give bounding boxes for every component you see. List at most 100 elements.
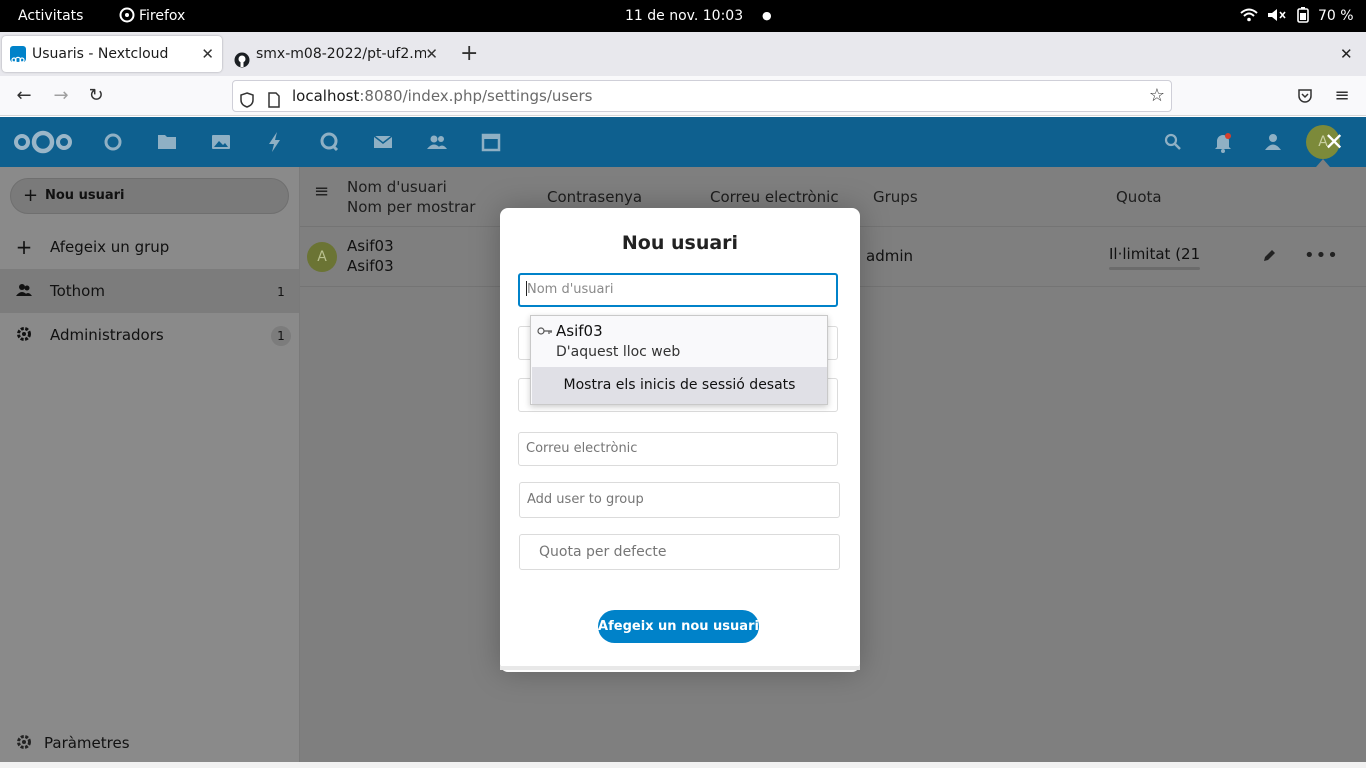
group-count-badge: 1 [271, 282, 291, 302]
edit-pencil-icon[interactable] [1261, 248, 1277, 268]
close-modal-icon[interactable]: ✕ [1324, 128, 1344, 156]
nextcloud-logo-icon[interactable] [12, 128, 74, 160]
tab-github[interactable]: smx-m08-2022/pt-uf2.m ✕ [226, 36, 446, 72]
search-icon[interactable] [1161, 130, 1185, 154]
settings-item[interactable]: Paràmetres [0, 724, 299, 762]
group-label: Tothom [50, 282, 105, 300]
plus-icon: + [15, 235, 33, 259]
url-host: localhost [292, 87, 360, 105]
header-display-name[interactable]: Nom per mostrar [347, 198, 475, 216]
header-quota: Quota [1116, 188, 1162, 206]
row-display-name: Asif03 [347, 257, 394, 275]
files-folder-icon[interactable] [155, 130, 179, 154]
photos-icon[interactable] [209, 130, 233, 154]
new-user-button[interactable]: + Nou usuari [10, 178, 289, 214]
page-bottom-strip [0, 762, 1366, 768]
new-user-label: Nou usuari [45, 188, 125, 203]
row-username: Asif03 [347, 237, 394, 255]
tab-bar: Usuaris - Nextcloud ✕ smx-m08-2022/pt-uf… [0, 32, 1366, 76]
mail-icon[interactable] [371, 130, 395, 154]
menu-hamburger-icon[interactable]: ≡ [1328, 76, 1356, 116]
group-count-badge: 1 [271, 326, 291, 346]
battery-level: 70 % [1318, 8, 1354, 24]
pocket-icon[interactable] [1297, 88, 1313, 108]
url-text: localhost:8080/index.php/settings/users [292, 81, 592, 111]
firefox-app-menu[interactable]: Firefox [119, 0, 185, 32]
app-navigation: + Nou usuari + Afegeix un grup Tothom 1 … [0, 167, 300, 762]
email-placeholder: Correu electrònic [526, 441, 638, 456]
url-path: :8080/index.php/settings/users [359, 87, 593, 105]
group-label: Administradors [50, 326, 164, 344]
group-icon [14, 269, 34, 313]
new-tab-plus-icon[interactable]: + [460, 32, 478, 76]
url-bar[interactable]: localhost:8080/index.php/settings/users … [232, 80, 1172, 112]
firefox-icon [119, 7, 135, 23]
battery-icon[interactable] [1297, 0, 1309, 32]
add-new-user-button[interactable]: Afegeix un nou usuari [598, 610, 759, 643]
app-name: Firefox [139, 8, 186, 24]
header-groups: Grups [873, 188, 918, 206]
back-arrow-icon[interactable]: ← [10, 76, 38, 116]
forward-arrow-icon[interactable]: → [47, 76, 75, 116]
close-window-icon[interactable]: ✕ [1340, 32, 1353, 76]
saved-login-option[interactable]: Asif03 D'aquest lloc web [531, 316, 827, 366]
username-placeholder: Nom d'usuari [527, 282, 614, 297]
clock[interactable]: 11 de nov. 10:03 [625, 0, 743, 32]
avatar: A [307, 242, 337, 272]
activities-button[interactable]: Activitats [18, 0, 83, 32]
add-to-group-select[interactable]: Add user to group [519, 482, 840, 518]
wifi-icon[interactable] [1240, 0, 1258, 32]
calendar-icon[interactable] [479, 130, 503, 154]
header-password: Contrasenya [547, 188, 643, 206]
nextcloud-favicon-icon [10, 46, 26, 64]
contacts-icon[interactable] [425, 130, 449, 154]
new-user-modal: Nou usuari Nom d'usuari Correu electròni… [500, 208, 860, 672]
more-actions-icon[interactable]: ••• [1304, 245, 1339, 266]
close-tab-icon[interactable]: ✕ [201, 36, 214, 72]
notifications-bell-icon[interactable] [1211, 130, 1235, 154]
email-input[interactable]: Correu electrònic [518, 432, 838, 466]
modal-title: Nou usuari [621, 232, 739, 254]
modal-bottom-bar [500, 666, 860, 670]
group-placeholder: Add user to group [527, 492, 644, 507]
menu-caret [1316, 159, 1330, 167]
tab-usuaris-nextcloud[interactable]: Usuaris - Nextcloud ✕ [2, 36, 222, 72]
activity-lightning-icon[interactable] [263, 130, 287, 154]
talk-chat-icon[interactable] [317, 130, 341, 154]
volume-muted-icon[interactable] [1267, 0, 1287, 32]
row-groups[interactable]: admin [866, 247, 913, 265]
contacts-menu-icon[interactable] [1261, 130, 1285, 154]
reload-icon[interactable]: ↻ [82, 76, 110, 116]
system-top-bar: Activitats Firefox 11 de nov. 10:03 ● 70… [0, 0, 1366, 32]
quota-progress-bar [1109, 267, 1200, 270]
saved-login-autocomplete: Asif03 D'aquest lloc web Mostra els inic… [530, 315, 828, 405]
tab-title: smx-m08-2022/pt-uf2.m [256, 46, 426, 62]
add-group-item[interactable]: + Afegeix un grup [0, 225, 299, 269]
quota-select[interactable]: Quota per defecte [519, 534, 840, 570]
saved-login-source: D'aquest lloc web [556, 344, 681, 360]
add-group-label: Afegeix un grup [50, 238, 170, 256]
notification-dot-icon: ● [762, 9, 772, 22]
page-info-icon[interactable] [267, 88, 281, 118]
bookmark-star-icon[interactable]: ☆ [1149, 81, 1165, 111]
tracking-shield-icon[interactable] [239, 88, 255, 118]
header-email: Correu electrònic [710, 188, 839, 206]
header-username[interactable]: Nom d'usuari [347, 178, 447, 196]
navigation-bar: ← → ↻ localhost:8080/index.php/settings/… [0, 76, 1366, 116]
dashboard-icon[interactable] [101, 130, 125, 154]
close-tab-icon[interactable]: ✕ [425, 36, 438, 72]
sidebar-item-tothom[interactable]: Tothom 1 [0, 269, 299, 313]
toggle-menu-icon[interactable]: ≡ [314, 181, 329, 202]
admin-gear-icon [14, 313, 34, 357]
plus-icon: + [23, 185, 39, 206]
settings-gear-icon [14, 724, 34, 762]
show-saved-logins-option[interactable]: Mostra els inicis de sessió desats [532, 367, 827, 404]
row-quota[interactable]: Il·limitat (21,8 [1109, 245, 1199, 263]
sidebar-item-administradors[interactable]: Administradors 1 [0, 313, 299, 357]
username-input[interactable]: Nom d'usuari [518, 273, 838, 307]
quota-placeholder: Quota per defecte [539, 544, 667, 560]
tab-title: Usuaris - Nextcloud [32, 46, 169, 62]
settings-label: Paràmetres [44, 734, 130, 752]
saved-login-username: Asif03 [556, 322, 603, 340]
nextcloud-header: A [0, 117, 1366, 167]
